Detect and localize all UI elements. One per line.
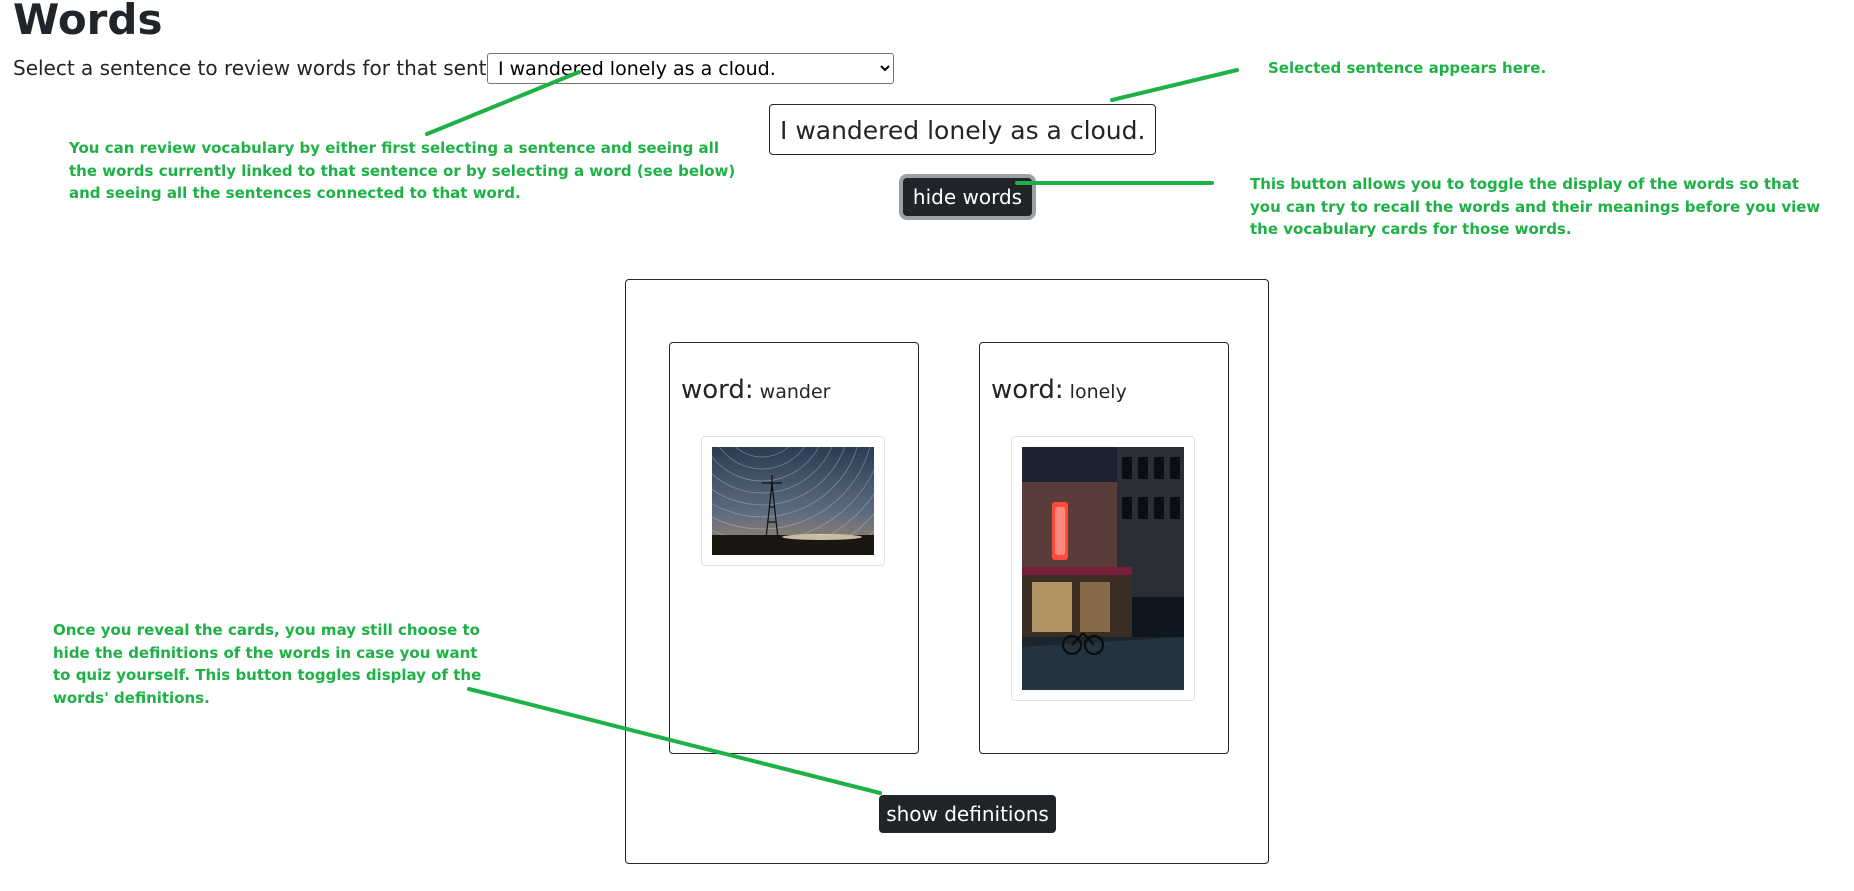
annotation-hide-words-note: This button allows you to toggle the dis… <box>1250 175 1821 238</box>
word-value: lonely <box>1069 381 1127 403</box>
night-street-shop-photo-icon <box>1022 447 1184 690</box>
word-card-lonely[interactable]: word: lonely <box>979 342 1229 754</box>
sentence-select[interactable]: I wandered lonely as a cloud. <box>487 53 894 84</box>
word-image-frame <box>701 436 885 566</box>
page-title: Words <box>13 0 163 44</box>
hide-words-button[interactable]: hide words <box>903 178 1032 216</box>
annotation-line-selected <box>1110 68 1239 102</box>
word-card-wander[interactable]: word: wander <box>669 342 919 754</box>
annotation-selected-note: Selected sentence appears here. <box>1268 59 1547 77</box>
word-key-label: word: <box>991 375 1064 405</box>
windmill-star-trails-photo-icon <box>712 447 874 555</box>
annotation-definitions-note: Once you reveal the cards, you may still… <box>53 621 482 707</box>
selected-sentence-display: I wandered lonely as a cloud. <box>769 104 1157 155</box>
word-row: word: lonely <box>991 375 1127 405</box>
sentence-select-label: Select a sentence to review words for th… <box>13 56 542 80</box>
annotation-select-note: You can review vocabulary by either firs… <box>69 139 736 202</box>
word-key-label: word: <box>681 375 754 405</box>
word-image-frame <box>1011 436 1195 701</box>
word-row: word: wander <box>681 375 830 405</box>
word-value: wander <box>759 381 831 403</box>
show-definitions-button[interactable]: show definitions <box>879 795 1056 833</box>
